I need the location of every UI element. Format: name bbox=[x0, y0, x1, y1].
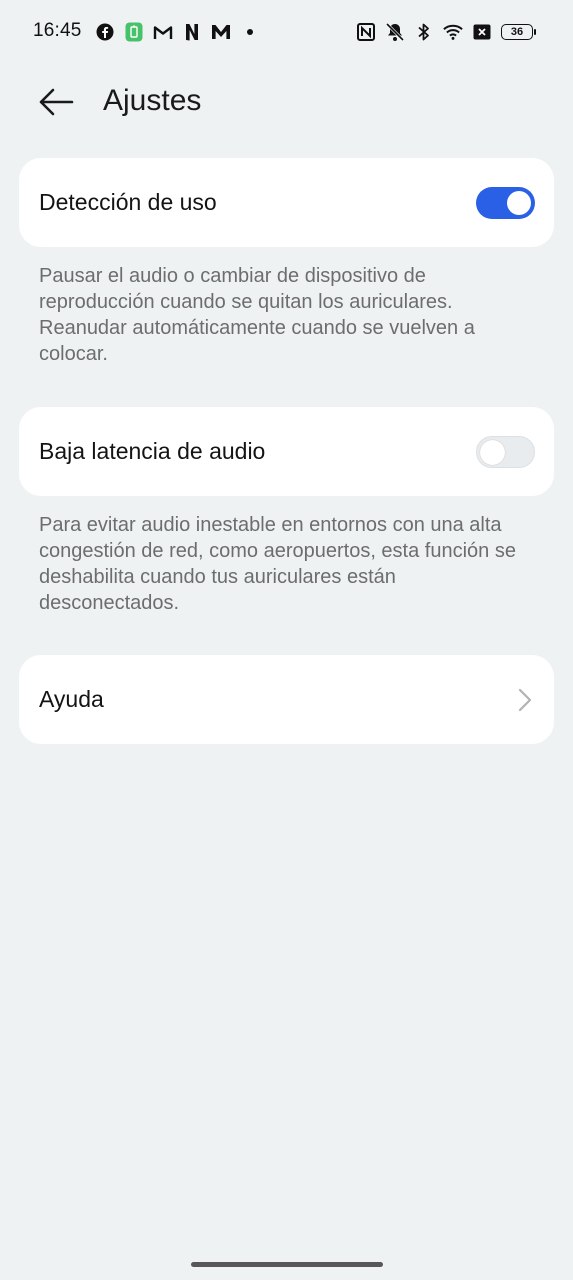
usage-detection-row[interactable]: Detección de uso bbox=[19, 158, 554, 247]
facebook-icon bbox=[95, 22, 115, 42]
page-title: Ajustes bbox=[103, 84, 202, 117]
usage-detection-description: Pausar el audio o cambiar de dispositivo… bbox=[39, 265, 475, 365]
low-latency-toggle[interactable] bbox=[476, 436, 535, 468]
status-time: 16:45 bbox=[33, 20, 82, 41]
low-latency-label: Baja latencia de audio bbox=[39, 438, 266, 464]
battery-indicator: 36 bbox=[501, 24, 536, 40]
system-icons: 36 bbox=[356, 22, 536, 42]
wifi-icon bbox=[443, 22, 463, 42]
status-bar: 16:45 36 bbox=[0, 0, 573, 66]
back-button[interactable] bbox=[34, 82, 78, 122]
usage-detection-toggle[interactable] bbox=[476, 187, 535, 219]
gmail-icon bbox=[153, 22, 173, 42]
usage-detection-label: Detección de uso bbox=[39, 189, 217, 215]
dot-icon bbox=[240, 22, 260, 42]
nfc-icon bbox=[356, 22, 376, 42]
help-row[interactable]: Ayuda bbox=[19, 655, 554, 744]
bluetooth-icon bbox=[414, 22, 434, 42]
help-label: Ayuda bbox=[39, 686, 104, 712]
battery-saver-icon bbox=[124, 22, 144, 42]
low-latency-row[interactable]: Baja latencia de audio bbox=[19, 407, 554, 496]
chevron-right-icon bbox=[518, 688, 532, 712]
notification-icons bbox=[95, 22, 260, 42]
app-bar: Ajustes bbox=[0, 66, 573, 142]
mail-app-icon bbox=[211, 22, 231, 42]
toggle-knob bbox=[480, 439, 505, 465]
netflix-icon bbox=[182, 22, 202, 42]
bell-muted-icon bbox=[385, 22, 405, 42]
home-indicator[interactable] bbox=[191, 1262, 383, 1267]
sim-off-icon bbox=[472, 22, 492, 42]
low-latency-description: Para evitar audio inestable en entornos … bbox=[39, 514, 516, 614]
toggle-knob bbox=[507, 191, 531, 215]
arrow-left-icon bbox=[39, 88, 74, 116]
